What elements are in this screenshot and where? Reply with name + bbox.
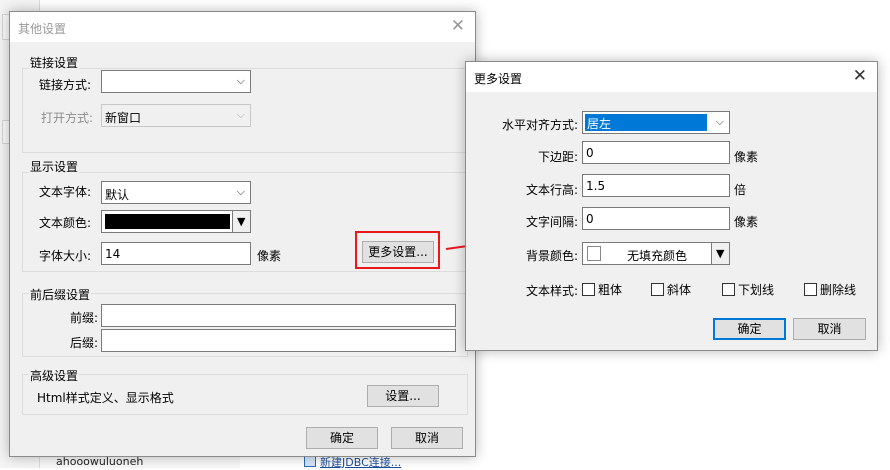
align-value: 居左 xyxy=(585,114,707,131)
more-settings-button[interactable]: 更多设置... xyxy=(362,241,434,263)
letter-spacing-input[interactable]: 0 xyxy=(582,207,730,230)
link-mode-label: 链接方式: xyxy=(39,78,92,92)
bold-label: 粗体 xyxy=(598,283,623,297)
chevron-down-icon: ⌵ xyxy=(236,185,245,198)
affix-settings-label: 前后缀设置 xyxy=(29,286,92,303)
bold-checkbox[interactable]: 粗体 xyxy=(582,281,622,298)
suffix-input[interactable] xyxy=(101,329,456,352)
bg-color-label: 背景颜色: xyxy=(525,249,578,263)
italic-checkbox[interactable]: 斜体 xyxy=(651,281,691,298)
align-label: 水平对齐方式: xyxy=(501,118,578,132)
dialog-title: 其他设置 xyxy=(18,22,67,36)
underline-checkbox[interactable]: 下划线 xyxy=(722,281,774,298)
open-mode-label: 打开方式: xyxy=(41,111,94,125)
font-size-input[interactable]: 14 xyxy=(101,242,251,265)
line-height-label: 文本行高: xyxy=(525,183,578,197)
italic-label: 斜体 xyxy=(667,283,692,297)
more-settings-dialog: 更多设置 ✕ 水平对齐方式: 居左 ⌵ 下边距: 0 像素 文本行高: 1.5 … xyxy=(465,61,878,351)
cancel-button[interactable]: 取消 xyxy=(391,427,463,449)
letter-spacing-label: 文字间隔: xyxy=(525,215,578,229)
triangle-down-icon: ▼ xyxy=(237,215,246,228)
dialog-titlebar: 其他设置 ✕ xyxy=(10,12,475,42)
font-label: 文本字体: xyxy=(39,185,92,199)
link-settings-label: 链接设置 xyxy=(29,54,80,71)
bg-color-picker[interactable]: 无填充颜色 ▼ xyxy=(582,242,730,265)
line-height-input[interactable]: 1.5 xyxy=(582,174,730,197)
open-mode-value: 新窗口 xyxy=(105,111,142,125)
ok-button[interactable]: 确定 xyxy=(306,427,378,449)
bg-color-value: 无填充颜色 xyxy=(626,249,687,263)
chevron-down-icon: ⌵ xyxy=(236,74,245,87)
checkbox-box xyxy=(804,283,817,296)
checkbox-box xyxy=(651,283,664,296)
bottom-margin-label: 下边距: xyxy=(537,150,578,164)
advanced-description: Html样式定义、显示格式 xyxy=(37,391,174,405)
other-settings-dialog: 其他设置 ✕ 链接设置 链接方式: ⌵ 打开方式: 新窗口 ⌵ 显示设置 文本字… xyxy=(9,11,476,457)
triangle-down-icon: ▼ xyxy=(716,247,725,260)
dialog-title: 更多设置 xyxy=(474,72,523,86)
font-value: 默认 xyxy=(105,188,130,202)
font-select[interactable]: 默认 ⌵ xyxy=(101,181,251,204)
empty-swatch xyxy=(587,246,601,261)
prefix-input[interactable] xyxy=(101,304,456,327)
dialog-titlebar: 更多设置 ✕ xyxy=(466,62,877,92)
color-dropdown-button[interactable]: ▼ xyxy=(232,211,250,232)
text-color-picker[interactable]: ▼ xyxy=(101,210,251,233)
bottom-margin-unit: 像素 xyxy=(734,150,759,164)
color-swatch xyxy=(105,214,230,229)
letter-spacing-unit: 像素 xyxy=(734,215,759,229)
checkbox-box xyxy=(582,283,595,296)
open-mode-select[interactable]: 新窗口 ⌵ xyxy=(101,104,251,127)
advanced-settings-button[interactable]: 设置... xyxy=(367,385,439,407)
close-icon[interactable]: ✕ xyxy=(853,67,867,85)
bottom-margin-input[interactable]: 0 xyxy=(582,141,730,164)
close-icon[interactable]: ✕ xyxy=(451,17,465,35)
chevron-down-icon: ⌵ xyxy=(236,108,245,121)
cancel-button[interactable]: 取消 xyxy=(793,318,866,340)
strikethrough-label: 删除线 xyxy=(820,283,857,297)
ok-button[interactable]: 确定 xyxy=(713,318,786,340)
prefix-label: 前缀: xyxy=(69,311,98,325)
font-size-label: 字体大小: xyxy=(39,249,92,263)
display-settings-label: 显示设置 xyxy=(29,158,80,175)
line-height-unit: 倍 xyxy=(734,183,747,197)
strikethrough-checkbox[interactable]: 删除线 xyxy=(804,281,856,298)
chevron-down-icon: ⌵ xyxy=(715,115,724,128)
font-size-unit: 像素 xyxy=(257,249,282,263)
color-label: 文本颜色: xyxy=(39,216,92,230)
align-select[interactable]: 居左 ⌵ xyxy=(582,111,730,134)
suffix-label: 后缀: xyxy=(69,336,98,350)
color-dropdown-button[interactable]: ▼ xyxy=(711,243,729,264)
text-style-label: 文本样式: xyxy=(525,284,578,298)
link-mode-select[interactable]: ⌵ xyxy=(101,70,251,93)
advanced-settings-label: 高级设置 xyxy=(29,367,80,384)
underline-label: 下划线 xyxy=(738,283,775,297)
checkbox-box xyxy=(722,283,735,296)
